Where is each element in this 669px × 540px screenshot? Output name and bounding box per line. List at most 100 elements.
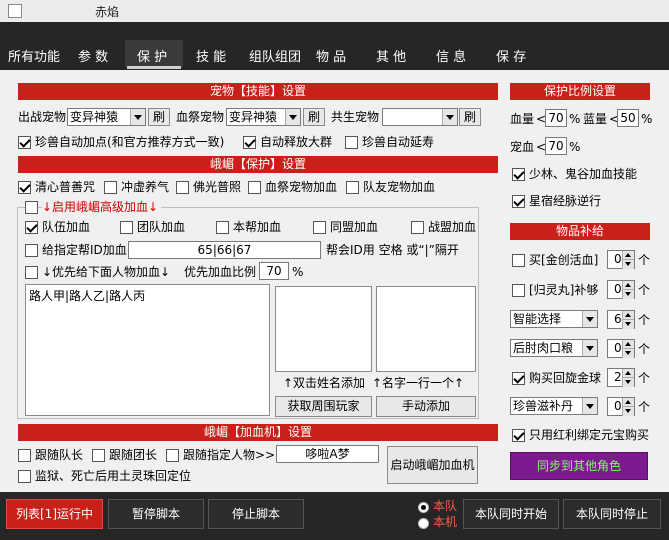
spin-down-icon[interactable] [622, 349, 634, 358]
alliance-heal-checkbox[interactable] [313, 221, 326, 234]
this-machine-radio[interactable] [418, 518, 429, 529]
follow-group-leader-checkbox[interactable] [92, 449, 105, 462]
buy-jinchuang-stepper[interactable]: 0 [607, 250, 635, 269]
priority-ratio-percent: % [292, 265, 304, 279]
stop-script-button[interactable]: 停止脚本 [208, 499, 304, 529]
one-per-line-hint: ↑名字一行一个↑ [372, 376, 465, 390]
priority-name-list[interactable]: 路人甲|路人乙|路人丙 [25, 284, 270, 416]
spin-down-icon[interactable] [622, 260, 634, 269]
spin-down-icon[interactable] [622, 407, 634, 416]
advanced-heal-checkbox[interactable] [25, 201, 38, 214]
this-team-radio[interactable] [418, 502, 429, 513]
auto-extend-checkbox[interactable] [345, 136, 358, 149]
tab-other[interactable]: 其 他 [376, 46, 406, 65]
pet-hp-ratio-input[interactable]: 70 [545, 137, 567, 155]
buy-guiling-stepper[interactable]: 0 [607, 280, 635, 299]
chevron-down-icon [582, 340, 597, 356]
auto-group-checkbox[interactable] [243, 136, 256, 149]
tab-team[interactable]: 组队组团 [249, 46, 301, 65]
spin-up-icon[interactable] [622, 340, 634, 349]
spin-up-icon[interactable] [622, 311, 634, 320]
window-title: 赤焰 [95, 5, 120, 19]
blood-pet-heal-checkbox[interactable] [248, 181, 261, 194]
star-meridian-checkbox[interactable] [512, 195, 525, 208]
guild-id-heal-checkbox[interactable] [25, 244, 38, 257]
tab-all-functions[interactable]: 所有功能 [8, 46, 60, 65]
emei-section-header: 峨嵋【保护】设置 [18, 156, 498, 173]
unit-label: 个 [638, 371, 651, 385]
spin-up-icon[interactable] [622, 369, 634, 378]
rear-meat-combo[interactable]: 后肘肉口粮 [510, 339, 598, 357]
shared-pet-select[interactable] [382, 108, 458, 126]
unit-label: 个 [638, 400, 651, 414]
group-heal-checkbox[interactable] [120, 221, 133, 234]
spin-down-icon[interactable] [622, 378, 634, 387]
smart-select-combo[interactable]: 智能选择 [510, 310, 598, 328]
tab-save[interactable]: 保 存 [496, 46, 526, 65]
pet-supplement-combo[interactable]: 珍兽滋补丹 [510, 397, 598, 415]
follow-leader-checkbox[interactable] [18, 449, 31, 462]
hp-ratio-input[interactable]: 70 [545, 109, 567, 127]
smart-select-stepper[interactable]: 60 [607, 310, 635, 329]
double-click-hint: ↑双击姓名添加 [283, 376, 366, 390]
tab-protect[interactable]: 保 护 [137, 46, 167, 65]
battle-pet-refresh-button[interactable]: 刷 [148, 108, 170, 126]
teammate-pet-heal-checkbox[interactable] [346, 181, 359, 194]
follow-person-label: 跟随指定人物>>> [183, 448, 286, 462]
pause-script-button[interactable]: 暂停脚本 [108, 499, 204, 529]
unit-label: 个 [638, 313, 651, 327]
tab-items[interactable]: 物 品 [316, 46, 346, 65]
team-heal-checkbox[interactable] [25, 221, 38, 234]
chevron-down-icon [285, 109, 300, 125]
guild-id-input[interactable]: 65|66|67 [128, 241, 321, 259]
red-bound-ingot-checkbox[interactable] [512, 429, 525, 442]
prison-return-checkbox[interactable] [18, 470, 31, 483]
buy-jinchuang-label: 买[金创活血] [529, 253, 599, 267]
heal-machine-section-header: 峨嵋【加血机】设置 [18, 424, 498, 441]
team-start-button[interactable]: 本队同时开始 [463, 499, 559, 529]
start-heal-machine-button[interactable]: 启动峨嵋加血机 [387, 446, 478, 484]
war-alliance-heal-checkbox[interactable] [411, 221, 424, 234]
follow-group-leader-label: 跟随团长 [109, 448, 158, 462]
spin-up-icon[interactable] [622, 251, 634, 260]
follow-person-checkbox[interactable] [166, 449, 179, 462]
chongxu-label: 冲虚养气 [121, 180, 170, 194]
get-nearby-players-button[interactable]: 获取周围玩家 [275, 396, 372, 417]
manual-players-list[interactable] [376, 286, 476, 372]
tab-info[interactable]: 信 息 [436, 46, 466, 65]
qingxin-checkbox[interactable] [18, 181, 31, 194]
return-ball-stepper[interactable]: 20 [607, 368, 635, 387]
team-stop-button[interactable]: 本队同时停止 [563, 499, 661, 529]
tab-params[interactable]: 参 数 [78, 46, 108, 65]
foguang-label: 佛光普照 [193, 180, 242, 194]
spin-up-icon[interactable] [622, 398, 634, 407]
priority-heal-checkbox[interactable] [25, 266, 38, 279]
rear-meat-stepper[interactable]: 0 [607, 339, 635, 358]
shaolin-skill-checkbox[interactable] [512, 168, 525, 181]
buy-guiling-checkbox[interactable] [512, 284, 525, 297]
run-status-button[interactable]: 列表[1]运行中 [6, 499, 103, 529]
blood-pet-select[interactable]: 变异神猿 [226, 108, 301, 126]
spin-down-icon[interactable] [622, 320, 634, 329]
tab-skills[interactable]: 技 能 [196, 46, 226, 65]
blood-pet-refresh-button[interactable]: 刷 [303, 108, 325, 126]
spin-up-icon[interactable] [622, 281, 634, 290]
foguang-checkbox[interactable] [176, 181, 189, 194]
nearby-players-list[interactable] [275, 286, 372, 372]
chongxu-checkbox[interactable] [104, 181, 117, 194]
guild-id-heal-label: 给指定帮ID加血 [42, 243, 127, 257]
shared-pet-refresh-button[interactable]: 刷 [459, 108, 481, 126]
mp-ratio-input[interactable]: 50 [617, 109, 639, 127]
buy-jinchuang-checkbox[interactable] [512, 254, 525, 267]
spin-down-icon[interactable] [622, 290, 634, 299]
pet-supplement-stepper[interactable]: 0 [607, 397, 635, 416]
auto-points-checkbox[interactable] [18, 136, 31, 149]
battle-pet-select[interactable]: 变异神猿 [67, 108, 146, 126]
sync-to-other-roles-button[interactable]: 同步到其他角色 [510, 452, 648, 480]
guild-heal-checkbox[interactable] [216, 221, 229, 234]
priority-ratio-input[interactable]: 70 [259, 262, 289, 280]
buy-return-ball-checkbox[interactable] [512, 372, 525, 385]
follow-person-input[interactable]: 哆啦A梦 [276, 445, 379, 463]
manual-add-button[interactable]: 手动添加 [376, 396, 476, 417]
items-section-header: 物品补给 [510, 223, 650, 240]
